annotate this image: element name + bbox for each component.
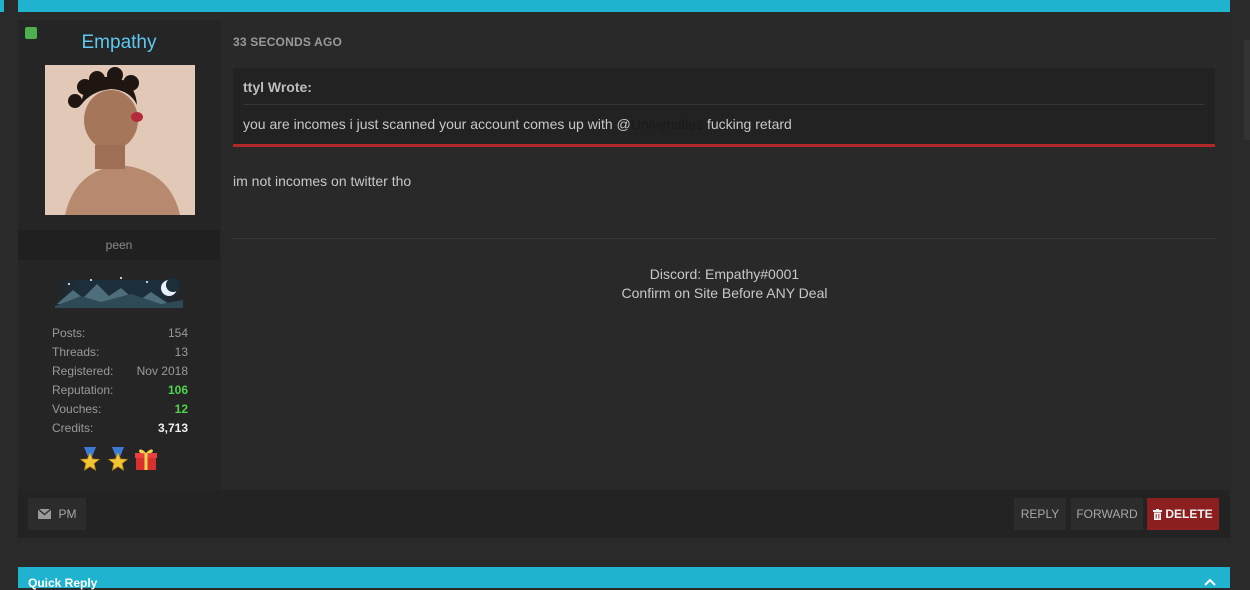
post-body: im not incomes on twitter tho bbox=[233, 173, 412, 189]
stat-value: 154 bbox=[167, 326, 188, 340]
stat-value: 13 bbox=[174, 345, 188, 359]
post-content: 33 SECONDS AGO ttyl Wrote: you are incom… bbox=[221, 20, 1230, 490]
pm-button[interactable]: PM bbox=[28, 498, 86, 530]
chevron-up-icon[interactable] bbox=[1203, 575, 1217, 587]
stat-row-credits: Credits: 3,713 bbox=[52, 419, 188, 438]
reply-button[interactable]: REPLY bbox=[1014, 498, 1066, 530]
quick-reply-header[interactable]: Quick Reply bbox=[18, 567, 1230, 590]
signature: Discord: Empathy#0001 Confirm on Site Be… bbox=[233, 265, 1216, 303]
post: Empathy peen Posts: 154 Threads: 13 Regi… bbox=[18, 20, 1230, 490]
delete-button-label: DELETE bbox=[1165, 507, 1213, 521]
gift-icon[interactable] bbox=[134, 447, 158, 471]
awards bbox=[78, 447, 162, 473]
signature-line-2: Confirm on Site Before ANY Deal bbox=[621, 285, 828, 301]
stat-label: Registered: bbox=[52, 364, 114, 378]
credits-value: 3,713 bbox=[157, 421, 188, 435]
reply-button-label: REPLY bbox=[1020, 507, 1060, 521]
envelope-icon bbox=[37, 509, 51, 519]
trash-icon bbox=[1153, 508, 1163, 520]
stat-row-registered: Registered: Nov 2018 bbox=[52, 362, 188, 381]
stat-value: Nov 2018 bbox=[136, 364, 188, 378]
forward-button[interactable]: FORWARD bbox=[1071, 498, 1143, 530]
author-stats: Posts: 154 Threads: 13 Registered: Nov 2… bbox=[52, 324, 188, 438]
delete-button[interactable]: DELETE bbox=[1147, 498, 1219, 530]
quote-author: ttyl Wrote: bbox=[243, 79, 312, 95]
quote-text: you are incomes i just scanned your acco… bbox=[243, 116, 792, 132]
stat-label: Threads: bbox=[52, 345, 100, 359]
avatar[interactable] bbox=[45, 65, 195, 215]
pm-button-label: PM bbox=[58, 507, 77, 521]
user-title: peen bbox=[18, 230, 220, 260]
userbar-image bbox=[51, 272, 187, 314]
quote-text-after: fucking retard bbox=[703, 116, 792, 132]
forward-button-label: FORWARD bbox=[1076, 507, 1138, 521]
quote-text-before: you are incomes i just scanned your acco… bbox=[243, 116, 631, 132]
mention-link[interactable]: Universities bbox=[631, 116, 703, 132]
stat-label: Posts: bbox=[52, 326, 86, 340]
stat-row-reputation: Reputation: 106 bbox=[52, 381, 188, 400]
vouches-value[interactable]: 12 bbox=[175, 400, 188, 419]
stat-row-threads: Threads: 13 bbox=[52, 343, 188, 362]
avatar-image bbox=[45, 65, 195, 215]
quote-block: ttyl Wrote: you are incomes i just scann… bbox=[233, 68, 1215, 147]
author-panel: Empathy peen Posts: 154 Threads: 13 Regi… bbox=[18, 20, 220, 490]
left-accent-strip bbox=[0, 0, 4, 12]
top-accent-bar bbox=[18, 0, 1230, 12]
quote-divider bbox=[243, 104, 1205, 105]
stat-row-vouches: Vouches: 12 bbox=[52, 400, 188, 419]
post-timestamp[interactable]: 33 SECONDS AGO bbox=[233, 35, 342, 49]
stat-row-posts: Posts: 154 bbox=[52, 324, 188, 343]
ribbon-star-icon[interactable] bbox=[106, 447, 130, 471]
ribbon-star-icon[interactable] bbox=[78, 447, 102, 471]
stat-label: Credits: bbox=[52, 421, 94, 435]
signature-divider bbox=[233, 238, 1216, 239]
signature-line-1: Discord: Empathy#0001 bbox=[649, 266, 800, 282]
reputation-value[interactable]: 106 bbox=[168, 381, 188, 400]
stat-label: Reputation: bbox=[52, 383, 114, 397]
author-username[interactable]: Empathy bbox=[18, 32, 220, 54]
scrollbar[interactable] bbox=[1244, 40, 1250, 140]
post-actions-bar: PM REPLY FORWARD DELETE bbox=[18, 490, 1230, 538]
stat-label: Vouches: bbox=[52, 402, 102, 416]
